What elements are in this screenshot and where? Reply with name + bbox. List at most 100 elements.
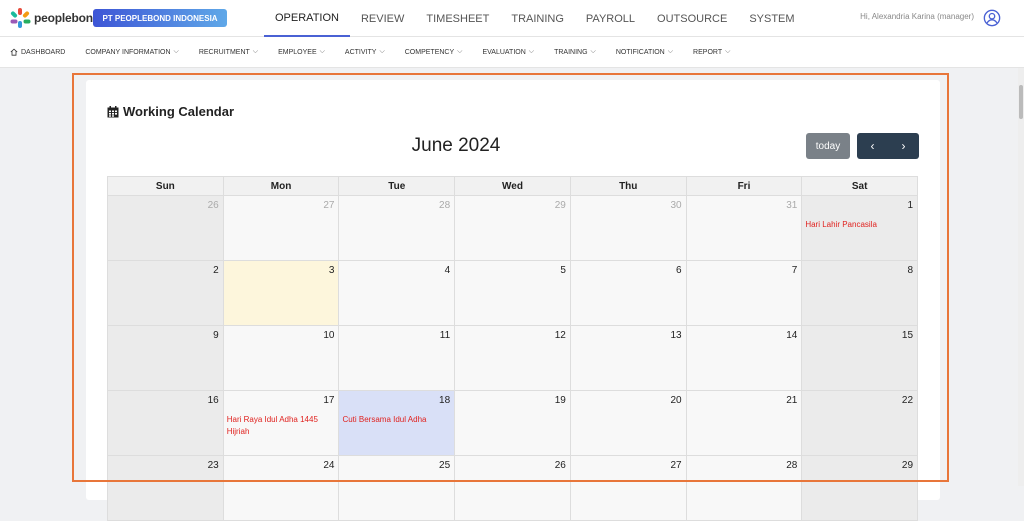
subnav-report[interactable]: REPORT ⌵ <box>693 48 730 56</box>
day-number[interactable]: 25 <box>439 460 450 471</box>
subnav-notification[interactable]: NOTIFICATION ⌵ <box>616 48 673 56</box>
user-greeting[interactable]: Hi, Alexandria Karina (manager) <box>860 12 974 21</box>
day-number[interactable]: 6 <box>676 265 682 276</box>
calendar-day-cell[interactable]: 29 <box>801 456 919 521</box>
calendar-day-cell[interactable]: 3 <box>222 261 339 326</box>
prev-month-button[interactable]: ‹ <box>857 133 888 159</box>
subnav-company-information[interactable]: COMPANY INFORMATION ⌵ <box>85 48 178 56</box>
day-number[interactable]: 5 <box>560 265 566 276</box>
calendar-day-cell[interactable]: 13 <box>569 326 686 391</box>
company-selector[interactable]: PT PEOPLEBOND INDONESIA <box>93 9 227 27</box>
logo[interactable]: peoplebond <box>10 8 100 28</box>
day-number[interactable]: 11 <box>440 330 450 341</box>
calendar-day-cell[interactable]: 19 <box>454 391 570 456</box>
main-nav-outsource[interactable]: OUTSOURCE <box>646 0 738 37</box>
subnav-competency[interactable]: COMPETENCY ⌵ <box>405 48 463 56</box>
calendar-day-cell[interactable]: 7 <box>685 261 802 326</box>
day-number[interactable]: 9 <box>213 330 219 341</box>
calendar-day-cell[interactable]: 2 <box>107 261 223 326</box>
next-month-button[interactable]: › <box>888 133 919 159</box>
day-number[interactable]: 27 <box>670 460 681 471</box>
day-number[interactable]: 17 <box>323 395 334 406</box>
calendar-day-cell[interactable]: 18 Cuti Bersama Idul Adha <box>338 391 455 456</box>
day-number[interactable]: 30 <box>670 200 681 211</box>
calendar-day-cell[interactable]: 8 <box>801 261 919 326</box>
main-nav-payroll[interactable]: PAYROLL <box>575 0 646 37</box>
day-number[interactable]: 19 <box>555 395 566 406</box>
calendar-day-cell[interactable]: 4 <box>338 261 455 326</box>
day-number[interactable]: 15 <box>902 330 913 341</box>
day-number[interactable]: 4 <box>445 265 451 276</box>
day-number[interactable]: 13 <box>670 330 681 341</box>
calendar-day-cell[interactable]: 1 Hari Lahir Pancasila <box>801 196 919 261</box>
day-number[interactable]: 31 <box>786 200 797 211</box>
calendar-day-cell[interactable]: 11 <box>338 326 455 391</box>
day-number[interactable]: 29 <box>902 460 913 471</box>
calendar-day-cell[interactable]: 6 <box>569 261 686 326</box>
subnav-dashboard[interactable]: DASHBOARD <box>10 48 65 56</box>
calendar-day-cell[interactable]: 20 <box>569 391 686 456</box>
subnav-activity[interactable]: ACTIVITY ⌵ <box>345 48 385 56</box>
calendar-event[interactable]: Hari Lahir Pancasila <box>805 219 914 231</box>
calendar-day-cell[interactable]: 21 <box>685 391 802 456</box>
main-nav-system[interactable]: SYSTEM <box>738 0 805 37</box>
subnav-recruitment[interactable]: RECRUITMENT ⌵ <box>199 48 258 56</box>
calendar-event[interactable]: Cuti Bersama Idul Adha <box>342 414 451 426</box>
day-number[interactable]: 3 <box>329 265 335 276</box>
calendar-day-cell[interactable]: 27 <box>222 196 339 261</box>
main-nav-review[interactable]: REVIEW <box>350 0 415 37</box>
calendar-day-cell[interactable]: 25 <box>338 456 455 521</box>
main-nav-operation[interactable]: OPERATION <box>264 0 350 37</box>
calendar-day-cell[interactable]: 9 <box>107 326 223 391</box>
page-scrollbar-track[interactable] <box>1018 68 1024 486</box>
calendar-day-cell[interactable]: 26 <box>454 456 570 521</box>
day-number[interactable]: 8 <box>907 265 913 276</box>
day-number[interactable]: 7 <box>792 265 798 276</box>
calendar-day-cell[interactable]: 28 <box>685 456 802 521</box>
calendar-day-cell[interactable]: 30 <box>569 196 686 261</box>
day-number[interactable]: 26 <box>208 200 219 211</box>
day-number[interactable]: 20 <box>670 395 681 406</box>
calendar-day-cell[interactable]: 29 <box>454 196 570 261</box>
calendar-day-cell[interactable]: 10 <box>222 326 339 391</box>
today-button[interactable]: today <box>806 133 850 159</box>
day-number[interactable]: 28 <box>786 460 797 471</box>
subnav-employee[interactable]: EMPLOYEE ⌵ <box>278 48 325 56</box>
day-number[interactable]: 18 <box>439 395 450 406</box>
calendar-day-cell[interactable]: 15 <box>801 326 919 391</box>
subnav-training[interactable]: TRAINING ⌵ <box>554 48 596 56</box>
calendar-day-cell[interactable]: 31 <box>685 196 802 261</box>
day-number[interactable]: 1 <box>907 200 913 211</box>
calendar-event[interactable]: Hari Raya Idul Adha 1445 Hijriah <box>227 414 336 438</box>
day-of-week-sat: Sat <box>801 176 919 196</box>
day-number[interactable]: 24 <box>323 460 334 471</box>
calendar-day-cell[interactable]: 26 <box>107 196 223 261</box>
calendar-day-cell[interactable]: 17 Hari Raya Idul Adha 1445 Hijriah <box>222 391 339 456</box>
calendar-day-cell[interactable]: 22 <box>801 391 919 456</box>
day-number[interactable]: 28 <box>439 200 450 211</box>
main-nav-training[interactable]: TRAINING <box>500 0 575 37</box>
day-number[interactable]: 16 <box>208 395 219 406</box>
calendar-day-cell[interactable]: 16 <box>107 391 223 456</box>
day-number[interactable]: 14 <box>786 330 797 341</box>
calendar-day-cell[interactable]: 28 <box>338 196 455 261</box>
calendar-day-cell[interactable]: 23 <box>107 456 223 521</box>
day-number[interactable]: 12 <box>555 330 566 341</box>
main-nav-timesheet[interactable]: TIMESHEET <box>415 0 500 37</box>
day-number[interactable]: 23 <box>208 460 219 471</box>
day-number[interactable]: 26 <box>555 460 566 471</box>
page-scrollbar-thumb[interactable] <box>1019 85 1023 119</box>
subnav-evaluation[interactable]: EVALUATION ⌵ <box>482 48 534 56</box>
day-number[interactable]: 29 <box>555 200 566 211</box>
calendar-day-cell[interactable]: 14 <box>685 326 802 391</box>
day-number[interactable]: 21 <box>786 395 797 406</box>
calendar-day-cell[interactable]: 27 <box>569 456 686 521</box>
calendar-day-cell[interactable]: 12 <box>454 326 570 391</box>
day-number[interactable]: 27 <box>323 200 334 211</box>
day-number[interactable]: 2 <box>213 265 219 276</box>
calendar-day-cell[interactable]: 24 <box>222 456 339 521</box>
day-number[interactable]: 10 <box>323 330 334 341</box>
day-number[interactable]: 22 <box>902 395 913 406</box>
user-avatar-icon[interactable] <box>983 9 1001 27</box>
calendar-day-cell[interactable]: 5 <box>454 261 570 326</box>
